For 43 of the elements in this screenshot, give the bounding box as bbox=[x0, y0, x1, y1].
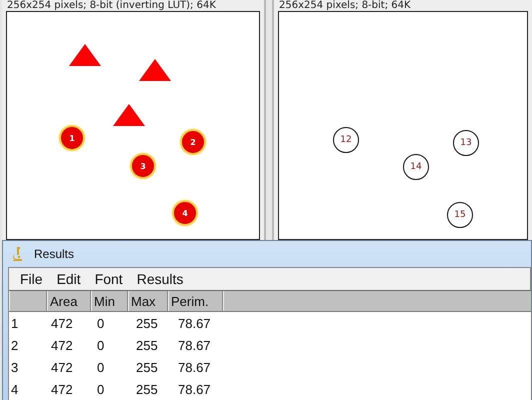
particle-label: 3 bbox=[130, 153, 156, 179]
table-cell-text: 78.67 bbox=[177, 382, 212, 396]
table-cell-text: 255 bbox=[135, 338, 159, 352]
table-cell-text: 78.67 bbox=[177, 360, 212, 374]
microscope-icon bbox=[12, 246, 24, 262]
particle-label: 4 bbox=[172, 200, 198, 226]
menu-item[interactable]: Font bbox=[88, 271, 130, 287]
table-cell-text: 78.67 bbox=[177, 316, 212, 330]
particle-label: 13 bbox=[453, 130, 479, 156]
table-cell-text: 472 bbox=[50, 360, 74, 374]
particle-label: 15 bbox=[447, 202, 473, 228]
table-cell-text: 0 bbox=[96, 382, 106, 396]
triangle-shape bbox=[139, 59, 171, 81]
column-header[interactable]: Area bbox=[47, 291, 91, 311]
particle-label: 2 bbox=[180, 129, 206, 155]
column-header[interactable]: Max bbox=[128, 291, 168, 311]
table-cell-text: 472 bbox=[50, 316, 74, 330]
row-number: 3 bbox=[10, 360, 20, 374]
image-info: 256x254 pixels; 8-bit; 64K bbox=[278, 0, 412, 11]
particle-label: 1 bbox=[59, 125, 85, 151]
window-title: Results bbox=[34, 247, 74, 261]
column-header[interactable]: Min bbox=[91, 291, 128, 311]
table-cell-text: 472 bbox=[50, 338, 74, 352]
row-number: 4 bbox=[10, 382, 20, 396]
row-number: 2 bbox=[10, 338, 20, 352]
menu-item[interactable]: File bbox=[13, 271, 50, 287]
particle-label: 14 bbox=[403, 154, 429, 180]
table-cell-text: 0 bbox=[96, 360, 106, 374]
table-cell-text: 255 bbox=[135, 360, 159, 374]
triangle-shape bbox=[113, 104, 145, 126]
column-header[interactable]: Perim. bbox=[168, 291, 223, 311]
table-cell-text: 472 bbox=[50, 382, 74, 396]
triangle-shape bbox=[69, 44, 101, 66]
menu-item[interactable]: Edit bbox=[50, 271, 88, 287]
table-cell-text: 0 bbox=[96, 338, 106, 352]
menu-item[interactable]: Results bbox=[130, 271, 190, 287]
table-cell-text: 255 bbox=[135, 316, 159, 330]
image-info: 256x254 pixels; 8-bit (inverting LUT); 64K bbox=[6, 0, 217, 11]
table-cell-text: 78.67 bbox=[177, 338, 212, 352]
particle-label: 12 bbox=[333, 127, 359, 153]
table-cell-text: 0 bbox=[96, 316, 106, 330]
table-cell-text: 255 bbox=[135, 382, 159, 396]
row-number: 1 bbox=[10, 316, 20, 330]
